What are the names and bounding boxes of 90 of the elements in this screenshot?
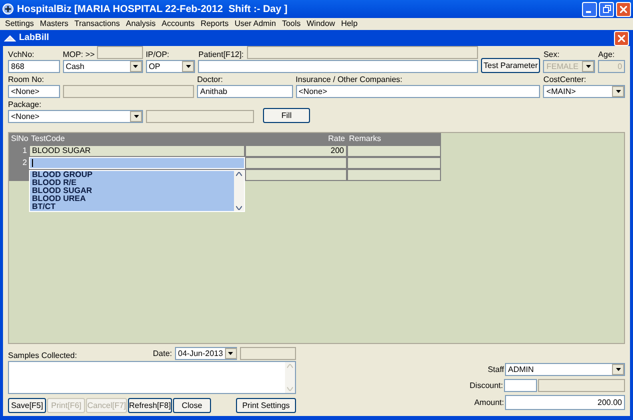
caret-icon — [616, 90, 621, 93]
table-cell: 200 — [245, 145, 347, 157]
field-label: Samples Collected: — [8, 351, 77, 360]
caret-icon — [134, 115, 138, 118]
combo-box[interactable]: <None> — [8, 110, 143, 123]
column-header[interactable]: TestCode — [29, 133, 245, 145]
field-label: Sex: — [543, 50, 560, 59]
close-button[interactable] — [614, 30, 629, 46]
app-icon — [4, 33, 16, 43]
field-label: Package: — [8, 100, 42, 109]
field-label: VchNo: — [8, 50, 36, 59]
table-cell[interactable]: BLOOD SUGAR — [29, 145, 245, 157]
window-title: HospitalBiz [MARIA HOSPITAL 22-Feb-2012 Shift :- Day ] — [17, 2, 288, 16]
field-label: IP/OP: — [146, 50, 170, 59]
text-field[interactable]: Anithab — [197, 85, 293, 98]
row-number: 2 — [22, 158, 27, 167]
field-label: Doctor: — [197, 75, 224, 84]
close-icon — [620, 6, 627, 12]
text-field[interactable]: <None> — [8, 85, 60, 98]
scroll-up-icon — [287, 364, 293, 368]
samples-field[interactable] — [8, 361, 296, 394]
restore-icon — [602, 5, 610, 13]
menu-item[interactable]: Accounts — [158, 18, 198, 30]
combo-box[interactable]: ADMIN — [505, 363, 625, 376]
table-cell[interactable] — [29, 157, 245, 169]
dropdown-button[interactable] — [130, 61, 142, 72]
dropdown-list[interactable]: BLOOD GROUP BLOOD R/E BLOOD SUGAR BLOOD UREA BT/CT — [29, 170, 245, 212]
menu-item[interactable]: Masters — [36, 18, 72, 30]
list-item[interactable]: BT/CT — [32, 203, 232, 211]
menu-item[interactable]: User Admin — [232, 18, 279, 30]
push-button[interactable]: Test Parameter — [480, 58, 540, 73]
text-field[interactable] — [198, 60, 478, 73]
push-button[interactable]: Refresh[F8] — [128, 398, 172, 413]
menu-item[interactable]: Settings — [2, 18, 37, 30]
dropdown-button[interactable] — [612, 86, 624, 97]
field-label: CostCenter: — [543, 75, 588, 84]
push-button[interactable]: Fill — [263, 108, 310, 123]
menu-item[interactable]: Help — [338, 18, 361, 30]
list-item[interactable]: BLOOD UREA — [32, 195, 232, 203]
caret-icon — [586, 65, 591, 68]
scroll-down-icon — [287, 387, 293, 391]
app-icon — [2, 3, 14, 15]
menu-item[interactable]: Transactions — [71, 18, 123, 30]
text-field[interactable]: 868 — [8, 60, 60, 73]
close-icon — [618, 34, 625, 42]
field-label: Age: — [598, 50, 616, 59]
menu-item[interactable]: Window — [304, 18, 338, 30]
caret-icon — [133, 65, 138, 68]
readonly-field — [240, 347, 296, 360]
push-button[interactable]: Save[F5] — [8, 398, 46, 413]
close-button[interactable] — [616, 2, 631, 16]
push-button[interactable]: Close — [172, 398, 211, 413]
combo-box[interactable]: 04-Jun-2013 — [175, 347, 237, 360]
text-field[interactable] — [504, 379, 537, 392]
menu-item[interactable]: Reports — [198, 18, 232, 30]
row-number: 1 — [22, 146, 27, 155]
minimize-button[interactable] — [582, 2, 597, 16]
menu-item[interactable]: Tools — [278, 18, 304, 30]
field-label: Staff — [488, 365, 504, 374]
caret-icon — [186, 65, 191, 68]
combo-box[interactable]: Cash — [62, 60, 143, 73]
field-label: Room No: — [8, 75, 46, 84]
field-label: Patient[F12]: — [198, 50, 244, 59]
dropdown-button[interactable] — [182, 61, 194, 72]
caret-icon — [616, 368, 620, 371]
column-header[interactable]: Remarks — [347, 133, 441, 145]
column-header[interactable]: Rate — [245, 133, 347, 145]
scroll-up-icon — [236, 172, 242, 176]
field-label: MOP: >> — [62, 50, 95, 59]
dropdown-button[interactable] — [224, 348, 237, 359]
dropdown-button[interactable] — [612, 364, 624, 375]
scrollbar[interactable] — [234, 171, 244, 211]
combo-box[interactable]: <MAIN> — [543, 85, 626, 98]
list-item[interactable]: BLOOD R/E — [32, 179, 232, 187]
dropdown-button[interactable] — [130, 111, 142, 122]
push-button[interactable]: Print Settings — [236, 398, 296, 413]
field-label: Insurance / Other Companies: — [296, 75, 404, 84]
list-item[interactable]: BLOOD SUGAR — [32, 187, 232, 195]
menu-item[interactable]: Analysis — [122, 18, 159, 30]
column-header[interactable]: SlNo — [9, 133, 29, 145]
text-field[interactable]: <None> — [296, 85, 540, 98]
child-window-title: LabBill — [19, 31, 50, 44]
caret-icon — [228, 352, 234, 355]
field-label: Date: — [152, 349, 172, 358]
combo-box[interactable]: OP — [146, 60, 196, 73]
field-label: Amount: — [474, 398, 504, 407]
field-label: Discount: — [470, 381, 503, 390]
scroll-down-icon — [236, 206, 242, 210]
text-field[interactable]: 200.00 — [505, 395, 625, 410]
restore-button[interactable] — [599, 2, 614, 16]
